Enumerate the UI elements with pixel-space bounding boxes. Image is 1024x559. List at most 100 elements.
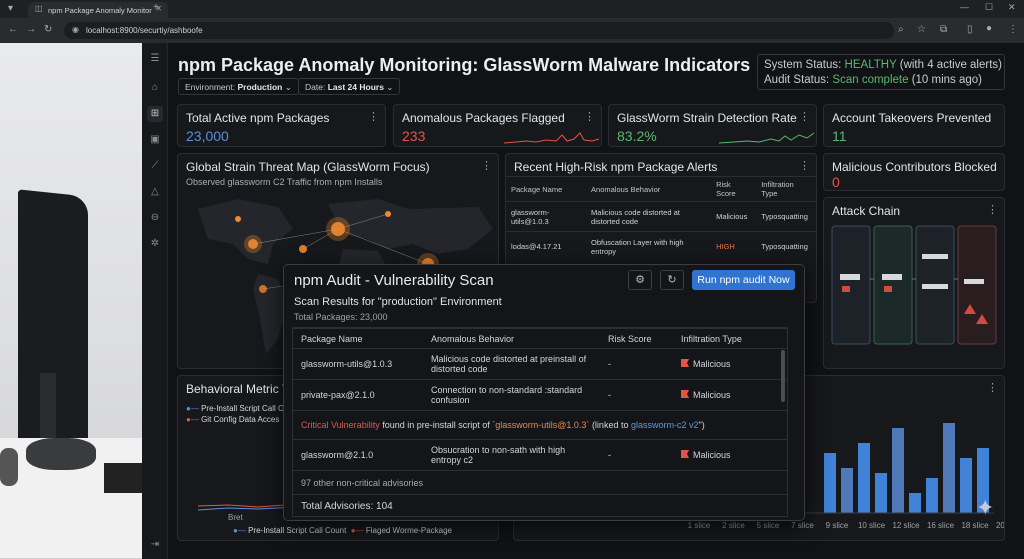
kpi-title: Anomalous Packages Flagged (402, 111, 565, 125)
date-label: Date: (305, 82, 326, 92)
settings-icon[interactable]: ✲ (147, 236, 163, 252)
attack-chain-panel: Attack Chain ⋮ (823, 197, 1005, 369)
critical-package-link[interactable]: `glassworm-utils@1.0.3` (492, 420, 589, 430)
forward-icon[interactable]: → (26, 25, 36, 35)
tab-menu-icon[interactable]: ▾ (8, 4, 13, 14)
kpi-title: Malicious Contributors Blocked (832, 160, 997, 174)
bar[interactable] (892, 428, 904, 513)
kpi-value: 23,000 (186, 128, 229, 144)
col-risk: Risk Score (600, 328, 673, 349)
date-dropdown[interactable]: Date: Last 24 Hours ⌄ (298, 78, 401, 95)
close-window-icon[interactable]: ✕ (1008, 3, 1016, 12)
cell-package: lodas@4.17.21 (506, 231, 587, 262)
logout-icon[interactable]: ⇥ (147, 537, 163, 553)
kebab-icon[interactable]: ⋮ (481, 159, 492, 172)
scrollbar[interactable] (781, 350, 785, 402)
behavioral-title: Behavioral Metric T (186, 382, 290, 396)
critical-vulnerability-row[interactable]: Critical Vulnerability found in pre-inst… (293, 410, 787, 440)
bar[interactable] (943, 423, 955, 513)
system-status-value: HEALTHY (844, 59, 897, 71)
kpi-value: 233 (402, 128, 426, 144)
cell-risk: - (600, 439, 673, 471)
c2-link[interactable]: glassworm-c2 v2 (631, 420, 699, 430)
advisories-table: Package Name Anomalous Behavior Risk Sco… (293, 328, 787, 519)
table-row[interactable]: private-pax@2.1.0 Connection to non-stan… (293, 379, 787, 411)
shield-icon[interactable]: ⊖ (147, 210, 163, 226)
back-icon[interactable]: ← (8, 25, 18, 35)
new-tab-icon[interactable]: + (153, 3, 159, 13)
kebab-icon[interactable]: ⋮ (799, 110, 810, 123)
chart-icon[interactable]: ⟋ (147, 158, 163, 174)
other-advisories-row[interactable]: 97 other non-critical advisories (293, 470, 787, 495)
tab-favicon-icon: ◫ (35, 4, 43, 13)
table-row[interactable]: glassworm-utils@1.0.3 Malicious code dis… (293, 348, 787, 380)
home-icon[interactable]: ⌂ (147, 80, 163, 96)
minimize-icon[interactable]: — (960, 3, 969, 12)
x-tick-label: 12 slice (892, 521, 920, 530)
zoom-icon[interactable]: ⌕ (898, 25, 904, 35)
more-menu-icon[interactable]: ⋮ (1008, 25, 1018, 35)
col-type: Infiltration Type (673, 328, 787, 349)
cell-package: glassworm@2.1.0 (293, 439, 423, 471)
attack-chain-diagram[interactable] (830, 224, 1000, 346)
address-bar-row: ← → ↻ ◉ localhost:8900/securtiy/ashboofe… (0, 18, 1024, 43)
sidebar-icon[interactable]: ▯ (967, 25, 973, 35)
bar[interactable] (875, 473, 887, 513)
browser-tab[interactable]: ◫ npm Package Anomaly Monitor ✕ (28, 2, 168, 18)
side-navigation: ☰ ⌂ ⊞ ▣ ⟋ △ ⊖ ✲ ⇥ (142, 43, 168, 559)
cell-type: Malicious (693, 359, 731, 369)
kpi-title: Account Takeovers Prevented (832, 111, 992, 125)
extensions-icon[interactable]: ⧉ (940, 25, 947, 35)
legend-item: Flaged Worme-Package (365, 526, 452, 535)
x-tick-label: 1 slice (688, 521, 711, 530)
other-advisories: 97 other non-critical advisories (293, 470, 787, 495)
mouse-image (0, 448, 18, 486)
critical-label: Critical Vulnerability (301, 420, 380, 430)
bar[interactable] (960, 458, 972, 513)
table-row[interactable]: glassworm@2.1.0 Obsucration to non-sath … (293, 439, 787, 471)
modal-table-wrapper: Package Name Anomalous Behavior Risk Sco… (292, 327, 788, 519)
settings-gear-icon[interactable]: ⚙ (628, 270, 652, 290)
bookmark-icon[interactable]: ☆ (917, 25, 926, 35)
url-field[interactable]: ◉ localhost:8900/securtiy/ashboofe (64, 22, 894, 39)
bar[interactable] (909, 493, 921, 513)
sparkline-red (504, 132, 599, 144)
profile-icon[interactable]: ● (986, 24, 992, 34)
kebab-icon[interactable]: ⋮ (368, 110, 379, 123)
flag-icon (681, 359, 689, 367)
run-npm-audit-button[interactable]: Run npm audit Now (692, 270, 795, 290)
bar[interactable] (926, 478, 938, 513)
table-header: Package Name Anomalous Behavior Risk Sco… (293, 328, 787, 349)
col-behavior: Anomalous Behavior (586, 176, 712, 202)
audit-status-extra: (10 mins ago) (911, 74, 983, 86)
menu-icon[interactable]: ☰ (147, 51, 163, 67)
package-icon[interactable]: ▣ (147, 132, 163, 148)
kebab-icon[interactable]: ⋮ (987, 203, 998, 216)
kpi-value: 11 (832, 128, 847, 144)
behavioral-bottom-legend: ●— Pre-Install Script Call Count ●— Flag… (233, 526, 452, 535)
environment-dropdown[interactable]: Environment: Production ⌄ (178, 78, 299, 95)
site-info-icon[interactable]: ◉ (72, 26, 79, 34)
maximize-icon[interactable]: ☐ (985, 3, 993, 12)
browser-tab-bar: ▾ ◫ npm Package Anomaly Monitor ✕ + — ☐ … (0, 0, 1024, 18)
refresh-icon[interactable]: ↻ (660, 270, 684, 290)
cell-risk: HIGH (711, 231, 757, 262)
bar[interactable] (858, 443, 870, 513)
dashboard-icon[interactable]: ⊞ (147, 106, 163, 122)
audit-status-label: Audit Status: (764, 74, 830, 86)
critical-end: ") (698, 420, 705, 430)
page-title: npm Package Anomaly Monitoring: GlassWor… (178, 55, 751, 75)
flag-icon (681, 450, 689, 458)
bar[interactable] (841, 468, 853, 513)
alerts-title: Recent High-Risk npm Package Alerts (514, 160, 718, 174)
cell-package: glassworm-utils@1.0.3 (293, 348, 423, 380)
alert-icon[interactable]: △ (147, 184, 163, 200)
system-status-label: System Status: (764, 59, 842, 71)
kebab-icon[interactable]: ⋮ (799, 159, 810, 172)
environment-value: Production (237, 82, 283, 92)
table-row[interactable]: glassworm-utils@1.0.3 Malicious code dis… (506, 201, 816, 232)
table-row[interactable]: lodas@4.17.21 Obfuscation Layer with hig… (506, 231, 816, 262)
bar[interactable] (824, 453, 836, 513)
reload-icon[interactable]: ↻ (44, 25, 52, 35)
kebab-icon[interactable]: ⋮ (584, 110, 595, 123)
